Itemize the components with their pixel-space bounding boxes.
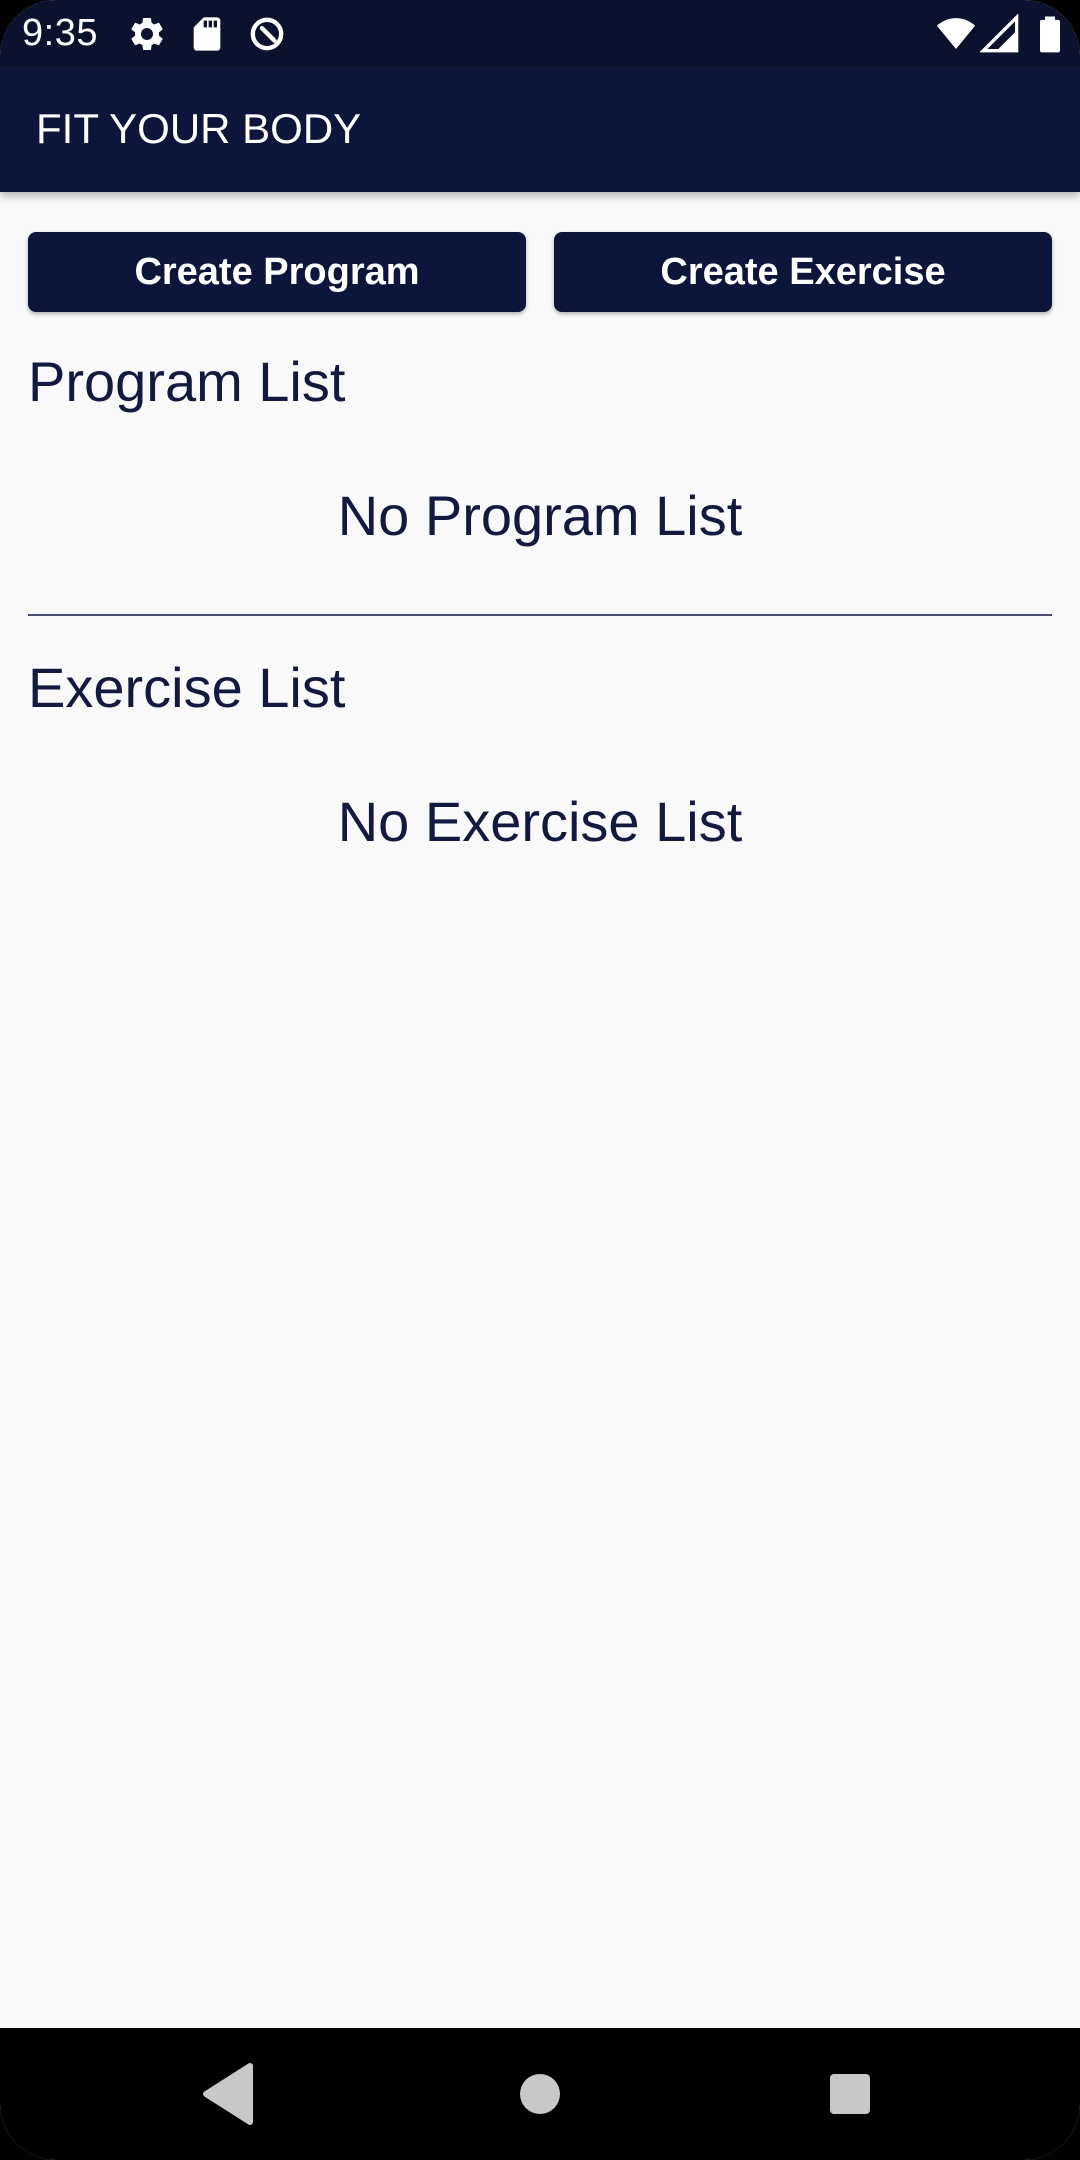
section-divider [28,614,1052,616]
settings-icon [131,17,163,50]
battery-icon [1040,16,1060,53]
app-bar: FIT YOUR BODY [0,66,1080,192]
status-bar: 9:35 [0,0,1080,66]
main-content: Create Program Create Exercise Program L… [0,192,1080,2028]
exercise-list-title: Exercise List [28,656,346,719]
cell-signal-icon [980,14,1019,53]
recents-icon[interactable] [810,2054,890,2134]
program-list-empty-message: No Program List [337,484,743,547]
home-icon[interactable] [500,2054,580,2134]
create-program-button[interactable]: Create Program [28,232,526,312]
back-icon[interactable] [186,2054,266,2134]
sd-card-icon [193,17,221,51]
program-list-title: Program List [28,350,346,413]
status-time: 9:35 [22,12,98,54]
wifi-icon [936,18,976,49]
exercise-list-empty-message: No Exercise List [337,790,743,853]
app-title: FIT YOUR BODY [36,105,362,152]
data-saver-icon [250,17,284,51]
create-exercise-button[interactable]: Create Exercise [554,232,1052,312]
app-screen: 9:35 FIT YOUR BODY Create Program Create… [0,0,1080,2160]
navigation-bar [0,2028,1080,2160]
